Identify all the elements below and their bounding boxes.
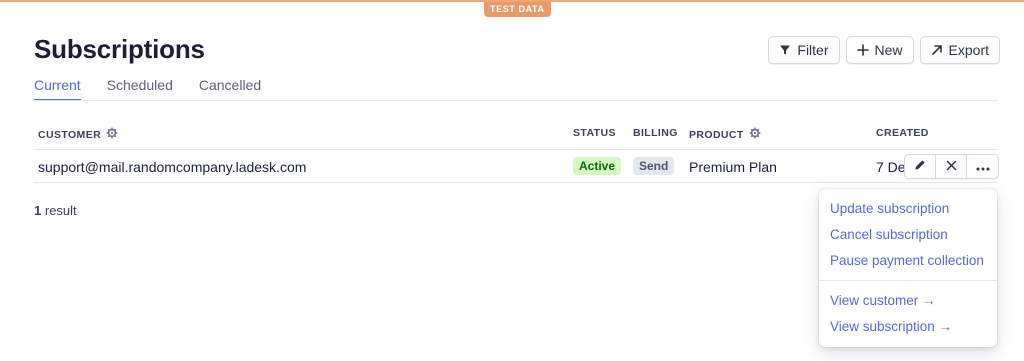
export-button[interactable]: Export <box>919 36 1000 64</box>
billing-badge: Send <box>633 157 675 175</box>
close-icon <box>946 158 957 176</box>
arrow-up-right-icon <box>931 44 943 56</box>
pencil-icon <box>914 158 926 176</box>
status-badge: Active <box>573 157 622 175</box>
plus-icon <box>856 44 869 56</box>
menu-item-pause-payment-collection[interactable]: Pause payment collection <box>830 253 984 268</box>
more-actions-button[interactable] <box>967 155 998 178</box>
edit-button[interactable] <box>905 155 936 178</box>
toolbar: Filter New Export <box>768 36 1000 64</box>
column-header-status: STATUS <box>573 127 616 139</box>
filter-icon <box>779 44 791 56</box>
menu-item-cancel-subscription[interactable]: Cancel subscription <box>830 227 948 242</box>
product-name: Premium Plan <box>689 159 777 175</box>
column-header-product-label: PRODUCT <box>689 128 744 141</box>
page-title: Subscriptions <box>34 34 205 64</box>
column-header-product: PRODUCT <box>689 127 761 142</box>
cancel-button[interactable] <box>936 155 967 178</box>
tab-bar: Current Scheduled Cancelled <box>34 77 261 101</box>
menu-link-view-subscription[interactable]: View subscription → <box>830 319 952 334</box>
row-actions-menu: Update subscription Cancel subscription … <box>819 189 997 347</box>
tabs-divider <box>34 100 998 101</box>
column-header-billing: BILLING <box>633 127 678 139</box>
row-divider <box>34 182 998 183</box>
gear-icon[interactable] <box>106 127 118 142</box>
column-header-customer-label: CUSTOMER <box>38 128 102 141</box>
menu-link-view-customer[interactable]: View customer → <box>830 293 936 308</box>
column-header-customer: CUSTOMER <box>38 127 118 142</box>
filter-button[interactable]: Filter <box>768 36 840 64</box>
ellipsis-icon <box>976 158 990 176</box>
new-button[interactable]: New <box>845 36 914 64</box>
tab-current[interactable]: Current <box>34 77 81 101</box>
export-button-label: Export <box>948 42 989 58</box>
filter-button-label: Filter <box>797 42 829 58</box>
result-count-label: result <box>44 203 77 218</box>
menu-divider <box>819 280 997 281</box>
header-divider <box>34 149 998 150</box>
tab-cancelled[interactable]: Cancelled <box>199 77 261 101</box>
column-header-created: CREATED <box>876 127 929 139</box>
new-button-label: New <box>874 42 903 58</box>
row-actions <box>904 154 999 179</box>
result-count-number: 1 <box>34 203 42 218</box>
gear-icon[interactable] <box>749 127 761 142</box>
tab-scheduled[interactable]: Scheduled <box>107 77 173 101</box>
menu-item-update-subscription[interactable]: Update subscription <box>830 201 949 216</box>
test-data-badge: TEST DATA <box>484 2 551 17</box>
result-count: 1 result <box>34 203 77 218</box>
customer-email[interactable]: support@mail.randomcompany.ladesk.com <box>38 158 306 176</box>
